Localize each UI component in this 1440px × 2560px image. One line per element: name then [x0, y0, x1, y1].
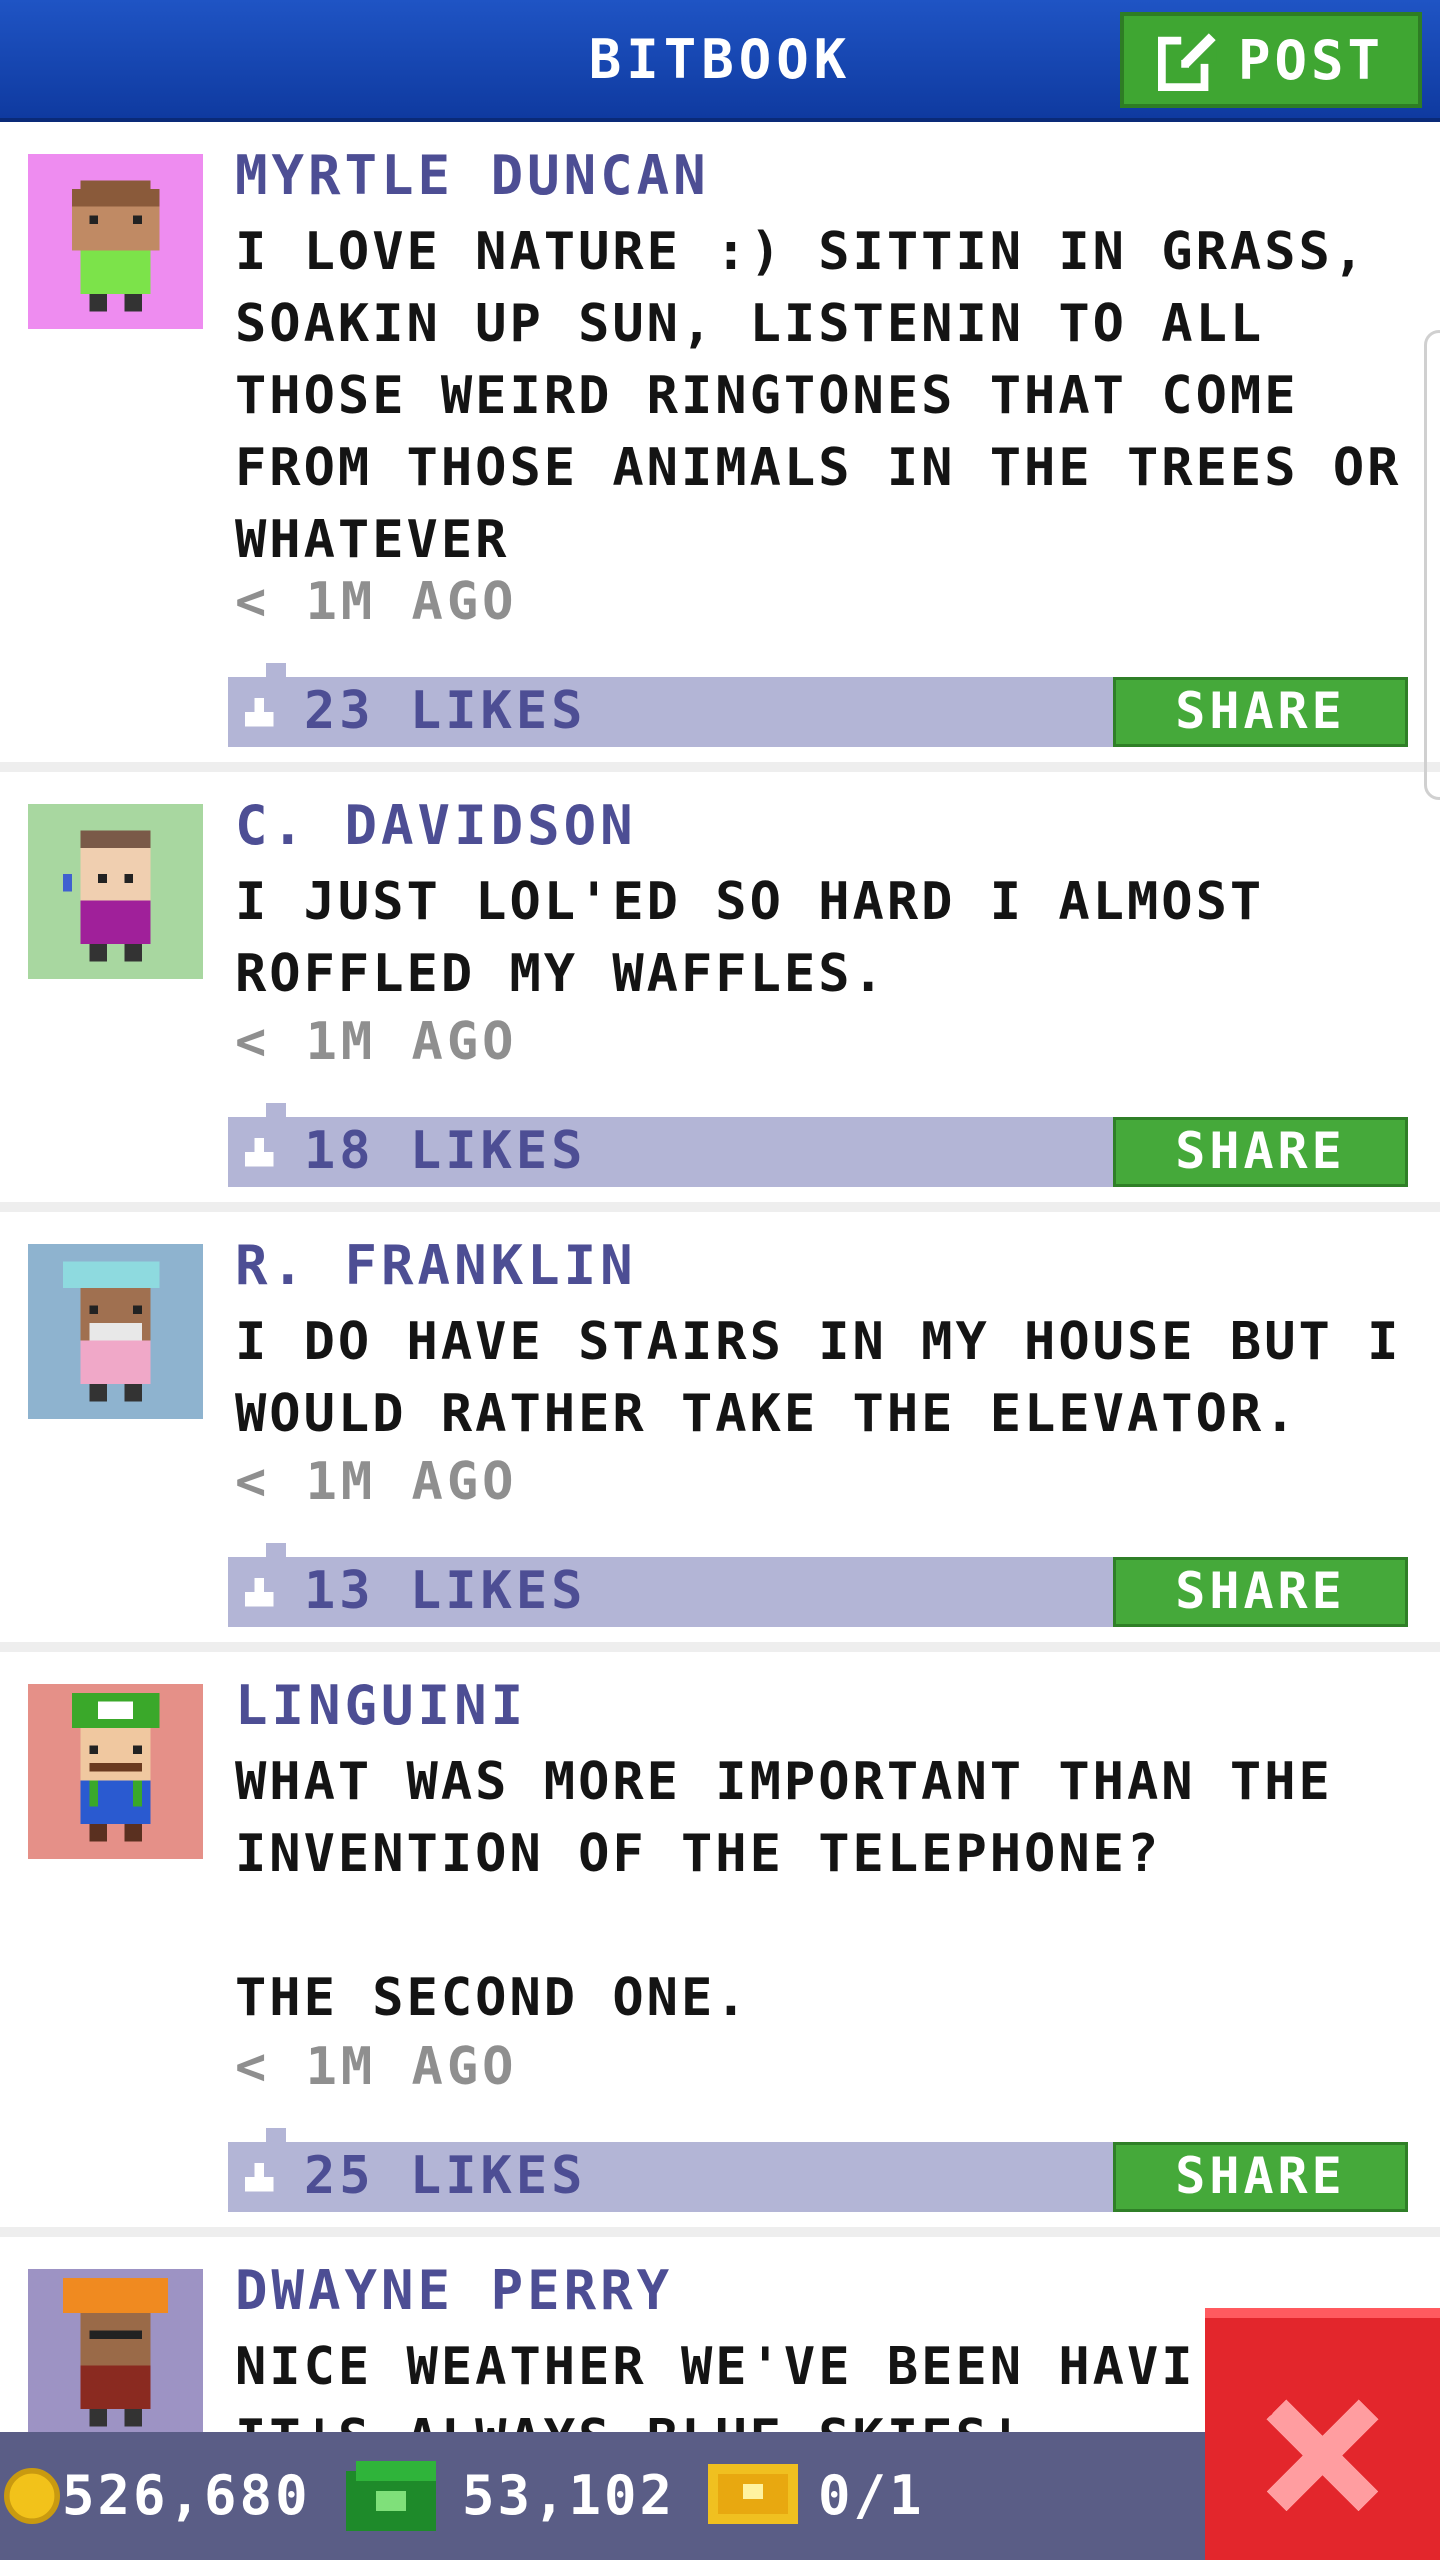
share-button[interactable]: SHARE — [1113, 1117, 1408, 1187]
avatar[interactable] — [28, 154, 203, 329]
thumbs-up-icon — [244, 2162, 274, 2192]
close-icon — [1266, 2399, 1379, 2512]
ticket-icon — [708, 2464, 798, 2524]
post-text: I JUST LOL'ED SO HARD I ALMOST ROFFLED M… — [235, 872, 1265, 1004]
bux-icon — [346, 2461, 436, 2531]
post-time: < 1M AGO — [235, 572, 518, 632]
share-button[interactable]: SHARE — [1113, 2142, 1408, 2212]
avatar-icon — [28, 1244, 203, 1419]
news-feed[interactable]: MYRTLE DUNCAN I LOVE NATURE :) SITTIN IN… — [0, 122, 1440, 2432]
post-text: I DO HAVE STAIRS IN MY HOUSE BUT I WOULD… — [235, 1312, 1402, 1444]
tickets-count: 0/1 — [818, 2464, 925, 2527]
post-author[interactable]: LINGUINI — [235, 1674, 527, 1737]
post-author[interactable]: DWAYNE PERRY — [235, 2259, 673, 2322]
avatar-icon — [28, 804, 203, 979]
post-button-label: POST — [1237, 28, 1385, 92]
feed-post: C. DAVIDSON I JUST LOL'ED SO HARD I ALMO… — [0, 772, 1440, 1212]
share-button[interactable]: SHARE — [1113, 1557, 1408, 1627]
post-author[interactable]: C. DAVIDSON — [235, 794, 637, 857]
thumbs-up-icon — [244, 1137, 274, 1167]
coin-icon — [4, 2468, 60, 2524]
post-author[interactable]: R. FRANKLIN — [235, 1234, 637, 1297]
feed-post: R. FRANKLIN I DO HAVE STAIRS IN MY HOUSE… — [0, 1212, 1440, 1652]
feed-post: MYRTLE DUNCAN I LOVE NATURE :) SITTIN IN… — [0, 122, 1440, 772]
thumbs-up-icon — [244, 1577, 274, 1607]
post-time: < 1M AGO — [235, 1012, 518, 1072]
avatar[interactable] — [28, 1244, 203, 1419]
avatar[interactable] — [28, 1684, 203, 1859]
like-bar[interactable]: 18 LIKES SHARE — [228, 1103, 1408, 1187]
likes-count: 18 LIKES — [304, 1121, 587, 1181]
like-bar[interactable]: 25 LIKES SHARE — [228, 2128, 1408, 2212]
scrollbar[interactable] — [1424, 330, 1440, 800]
share-button[interactable]: SHARE — [1113, 677, 1408, 747]
post-text: WHAT WAS MORE IMPORTANT THAN THE INVENTI… — [235, 1752, 1333, 2028]
bux-count: 53,102 — [462, 2464, 676, 2527]
like-bar[interactable]: 23 LIKES SHARE — [228, 663, 1408, 747]
post-text: I LOVE NATURE :) SITTIN IN GRASS, SOAKIN… — [235, 222, 1402, 570]
thumbs-up-icon — [244, 697, 274, 727]
avatar[interactable] — [28, 2269, 203, 2432]
compose-icon — [1157, 32, 1217, 91]
post-button[interactable]: POST — [1120, 12, 1422, 108]
post-time: < 1M AGO — [235, 2037, 518, 2097]
close-button[interactable] — [1205, 2308, 1440, 2560]
likes-count: 23 LIKES — [304, 681, 587, 741]
avatar-icon — [28, 1684, 203, 1859]
feed-post: LINGUINI WHAT WAS MORE IMPORTANT THAN TH… — [0, 1652, 1440, 2237]
coins-count: 526,680 — [62, 2464, 311, 2527]
likes-count: 13 LIKES — [304, 1561, 587, 1621]
avatar[interactable] — [28, 804, 203, 979]
like-bar[interactable]: 13 LIKES SHARE — [228, 1543, 1408, 1627]
top-bar: BITBOOK POST — [0, 0, 1440, 122]
avatar-icon — [28, 154, 203, 329]
post-time: < 1M AGO — [235, 1452, 518, 1512]
likes-count: 25 LIKES — [304, 2146, 587, 2206]
avatar-icon — [28, 2269, 203, 2432]
post-author[interactable]: MYRTLE DUNCAN — [235, 144, 710, 207]
